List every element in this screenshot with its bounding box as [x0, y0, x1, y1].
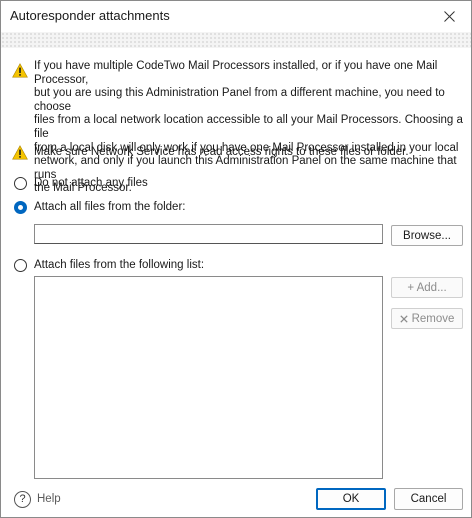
radio-no-attachments[interactable]: Do not attach any files [14, 175, 148, 191]
attachments-listbox[interactable] [34, 276, 383, 479]
autoresponder-attachments-dialog: Autoresponder attachments If you have mu… [0, 0, 472, 518]
radio-button[interactable] [14, 176, 27, 190]
folder-path-input[interactable] [34, 224, 383, 244]
close-button[interactable] [427, 1, 471, 32]
title-bar: Autoresponder attachments [1, 1, 471, 32]
remove-button[interactable]: Remove [391, 308, 463, 329]
cancel-button[interactable]: Cancel [394, 488, 463, 510]
radio-button[interactable] [14, 258, 27, 272]
warning-line: files from a local network location acce… [34, 114, 463, 140]
remove-icon [399, 314, 408, 323]
radio-attach-list[interactable]: Attach files from the following list: [14, 257, 204, 273]
warning-line: Make sure Network Service has read acces… [34, 146, 409, 158]
header-pattern [1, 32, 471, 48]
radio-button-selected[interactable] [14, 200, 27, 214]
warning-line: If you have multiple CodeTwo Mail Proces… [34, 60, 438, 86]
radio-label: Do not attach any files [34, 177, 148, 189]
ok-button[interactable]: OK [316, 488, 386, 510]
remove-label: Remove [411, 312, 455, 325]
warning-icon [12, 63, 28, 78]
warning-icon [12, 145, 28, 160]
warning-text-permissions: Make sure Network Service has read acces… [34, 146, 466, 160]
radio-attach-folder[interactable]: Attach all files from the folder: [14, 199, 185, 215]
help-icon: ? [14, 490, 31, 508]
radio-label: Attach all files from the folder: [34, 201, 186, 213]
browse-button[interactable]: Browse... [391, 225, 463, 246]
help-label: Help [37, 493, 61, 505]
add-button[interactable]: + Add... [391, 277, 463, 298]
window-title: Autoresponder attachments [10, 8, 170, 23]
close-icon [443, 11, 455, 22]
radio-label: Attach files from the following list: [34, 259, 205, 271]
help-link[interactable]: ? Help [14, 490, 61, 508]
warning-line: but you are using this Administration Pa… [34, 87, 445, 113]
